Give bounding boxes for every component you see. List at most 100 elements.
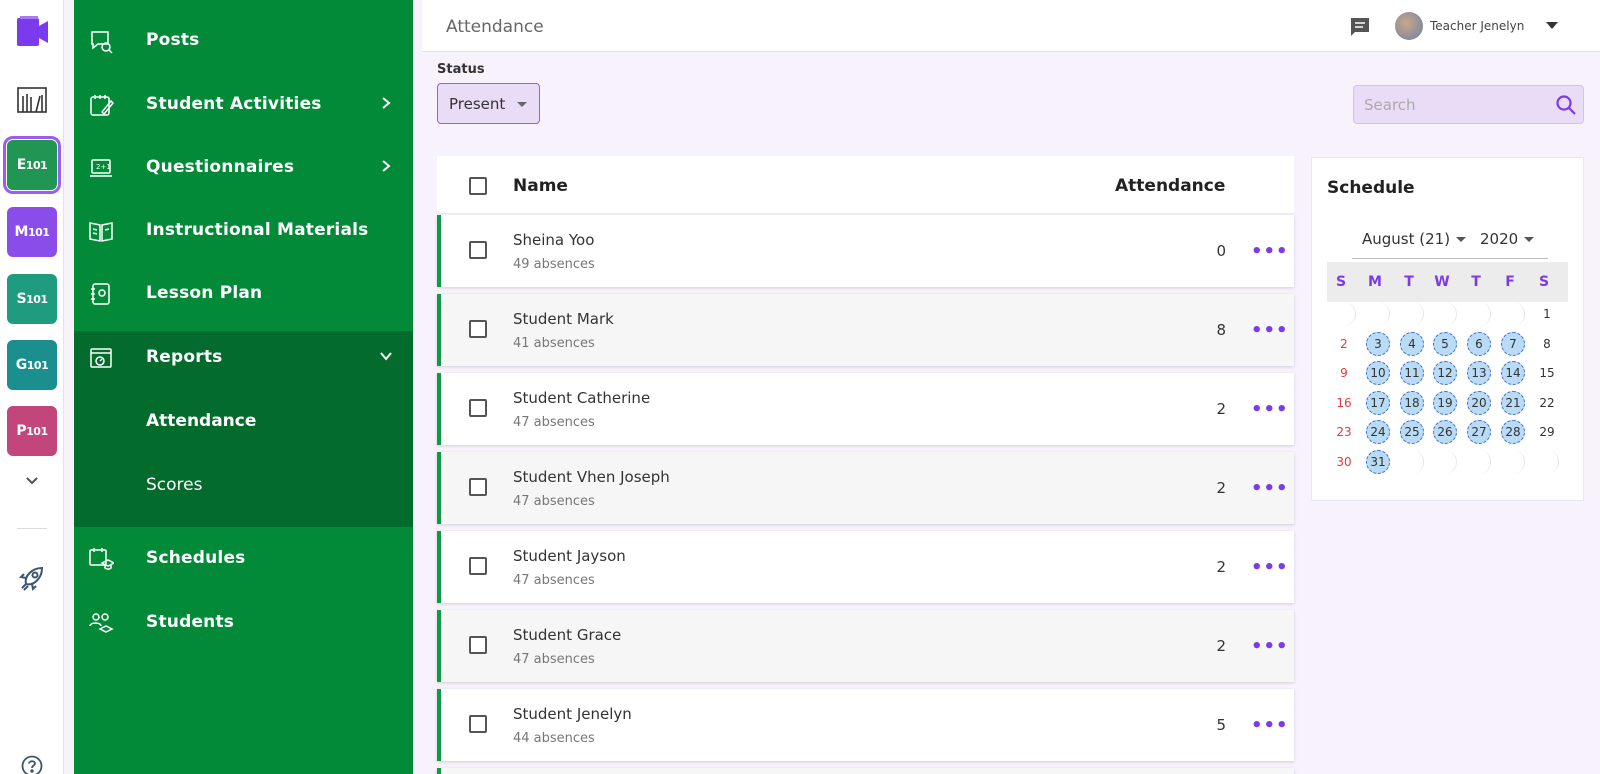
search-icon[interactable] [1555,94,1577,116]
sidebar-subitem-scores[interactable]: Scores [146,475,202,495]
sidebar-item-lesson-plan[interactable]: Lesson Plan [74,261,413,325]
calendar-day[interactable]: 17 [1366,390,1390,415]
weekday-label: T [1471,274,1481,290]
calendar-day[interactable]: 21 [1501,390,1525,415]
calendar-day[interactable]: 7 [1501,331,1525,356]
select-all-checkbox[interactable] [469,177,487,195]
table-row[interactable]: Student Vhen Joseph 47 absences 2 ••• [437,452,1294,524]
table-row[interactable]: Student Jayson 47 absences 2 ••• [437,531,1294,603]
app-rail: E 101 M 101 S 101 G 101 P 101 [0,0,64,774]
more-options-icon[interactable]: ••• [1251,241,1289,262]
absences-count: 47 absences [513,415,595,430]
calendar-day[interactable]: 28 [1501,420,1525,445]
help-icon[interactable] [21,755,43,774]
svg-text:2+1: 2+1 [96,163,111,171]
sidebar-item-student-activities[interactable]: Student Activities [74,72,413,136]
calendar-day[interactable]: 6 [1467,331,1491,356]
student-name: Student Grace [513,626,622,644]
sidebar-item-questionnaires[interactable]: 2+1 Questionnaires [74,135,413,199]
more-options-icon[interactable]: ••• [1251,636,1289,657]
row-checkbox[interactable] [469,241,487,259]
status-select[interactable]: Present [437,83,540,124]
calendar-empty-cell [1433,450,1457,474]
table-row[interactable]: Student Jenelyn 44 absences 5 ••• [437,689,1294,761]
sidebar-item-reports[interactable]: Reports [74,325,413,389]
calendar-day[interactable]: 25 [1400,420,1424,445]
calendar-day[interactable]: 20 [1467,390,1491,415]
calendar-day[interactable]: 3 [1366,331,1390,356]
calendar-day[interactable]: 12 [1433,361,1457,386]
calendar-day[interactable]: 15 [1535,361,1559,385]
calendar-day[interactable]: 9 [1332,361,1356,385]
more-options-icon[interactable]: ••• [1251,557,1289,578]
row-checkbox[interactable] [469,636,487,654]
column-header-name[interactable]: Name [513,176,568,196]
student-name: Student Jayson [513,547,626,565]
table-row[interactable]: Student Catherine 47 absences 2 ••• [437,373,1294,445]
table-row[interactable]: Student Grace 47 absences 2 ••• [437,610,1294,682]
calendar-day[interactable]: 24 [1366,420,1390,445]
more-options-icon[interactable]: ••• [1251,320,1289,341]
student-name: Student Catherine [513,389,651,407]
calendar-day[interactable]: 11 [1400,361,1424,386]
calendar-empty-cell [1433,302,1457,326]
class-tile-m101[interactable]: M 101 [7,207,57,257]
calendar-day[interactable]: 14 [1501,361,1525,386]
row-checkbox[interactable] [469,557,487,575]
class-tile-s101[interactable]: S 101 [7,274,57,324]
row-checkbox[interactable] [469,478,487,496]
row-checkbox[interactable] [469,715,487,733]
more-options-icon[interactable]: ••• [1251,715,1289,736]
caret-down-icon[interactable] [1546,22,1558,30]
library-icon[interactable] [16,84,48,116]
class-tile-p101[interactable]: P 101 [7,406,57,456]
column-header-attendance[interactable]: Attendance [1115,176,1225,196]
more-options-icon[interactable]: ••• [1251,478,1289,499]
sidebar-item-students[interactable]: Students [74,590,413,654]
calendar-day[interactable]: 5 [1433,331,1457,356]
attendance-value: 8 [1216,321,1226,339]
calendar-day[interactable]: 31 [1366,450,1390,474]
chevron-down-icon[interactable] [22,470,42,490]
class-tile-g101[interactable]: G 101 [7,340,57,390]
sidebar-item-schedules[interactable]: Schedules [74,526,413,590]
row-checkbox[interactable] [469,399,487,417]
calendar-day[interactable]: 2 [1332,332,1356,356]
month-select[interactable]: August (21) [1362,230,1467,248]
avatar[interactable] [1395,12,1423,40]
calendar-day[interactable]: 26 [1433,420,1457,445]
attendance-value: 2 [1216,558,1226,576]
calendar-day[interactable]: 30 [1332,450,1356,474]
calendar-day[interactable]: 29 [1535,420,1559,444]
sidebar-item-posts[interactable]: Posts [74,8,413,72]
calendar-day[interactable]: 27 [1467,420,1491,445]
calendar-day[interactable]: 22 [1535,391,1559,415]
search-input[interactable] [1354,86,1544,123]
message-icon[interactable] [1349,16,1371,38]
video-book-logo-icon[interactable] [14,14,50,50]
calendar-day[interactable]: 10 [1366,361,1390,386]
sidebar-item-instructional-materials[interactable]: Instructional Materials [74,198,413,262]
calendar-day[interactable]: 8 [1535,332,1559,356]
year-select[interactable]: 2020 [1480,230,1535,248]
calendar-day[interactable]: 19 [1433,390,1457,415]
sidebar-item-label: Posts [146,30,200,50]
schedule-title: Schedule [1327,178,1415,198]
calendar-day[interactable]: 16 [1332,391,1356,415]
table-row[interactable] [437,768,1294,774]
calendar-day[interactable]: 4 [1400,331,1424,356]
class-tile-e101[interactable]: E 101 [3,136,61,194]
more-options-icon[interactable]: ••• [1251,399,1289,420]
user-name[interactable]: Teacher Jenelyn [1430,19,1524,33]
calendar-day[interactable]: 23 [1332,420,1356,444]
chevron-right-icon [382,97,391,109]
table-row[interactable]: Sheina Yoo 49 absences 0 ••• [437,215,1294,287]
row-checkbox[interactable] [469,320,487,338]
calendar-day[interactable]: 1 [1535,302,1559,326]
student-name: Student Mark [513,310,614,328]
sidebar-subitem-attendance[interactable]: Attendance [146,411,256,431]
calendar-day[interactable]: 18 [1400,390,1424,415]
rocket-icon[interactable] [16,562,48,594]
calendar-day[interactable]: 13 [1467,361,1491,386]
table-row[interactable]: Student Mark 41 absences 8 ••• [437,294,1294,366]
